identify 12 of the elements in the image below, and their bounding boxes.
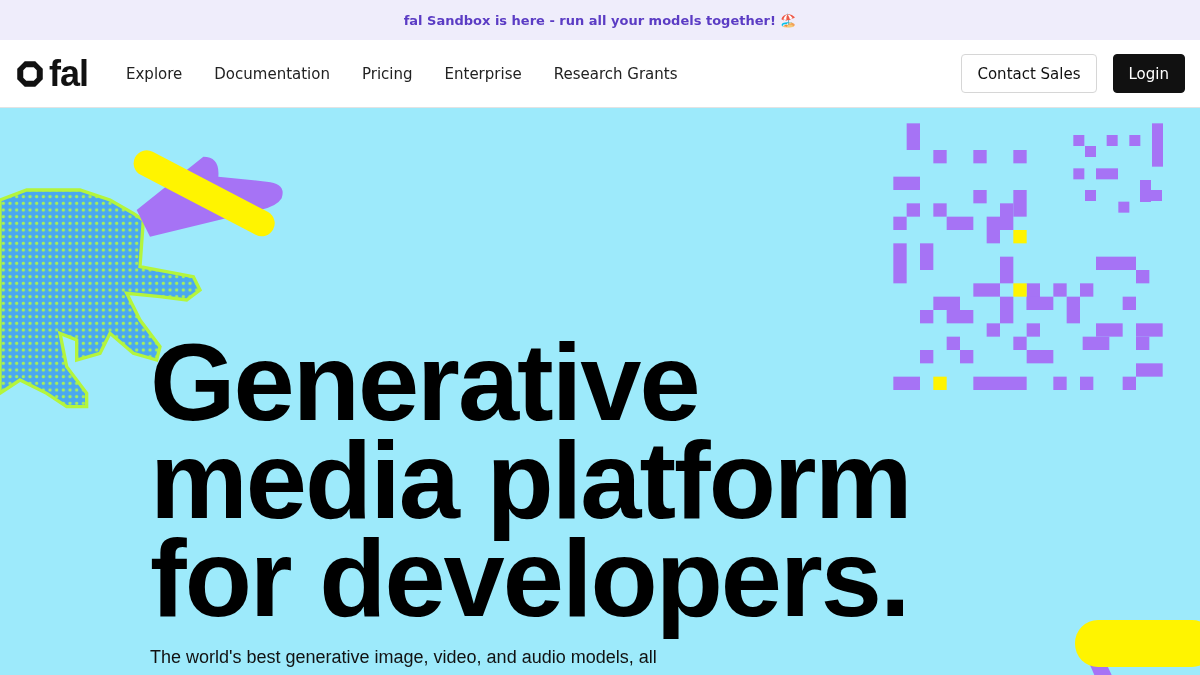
login-button[interactable]: Login	[1112, 54, 1185, 93]
nav-link[interactable]: Research Grants	[553, 64, 678, 83]
hero-subtitle: The world's best generative image, video, and audio models, all	[150, 647, 658, 668]
logo-icon[interactable]	[15, 58, 45, 89]
hero-headline: Generative media platform for developers.	[150, 325, 911, 641]
logo-wordmark[interactable]: fal	[49, 55, 88, 92]
contact-sales-button[interactable]: Contact Sales	[961, 54, 1097, 93]
announcement-link[interactable]: fal Sandbox is here - run all your models together! 🏖	[403, 12, 797, 28]
nav-link[interactable]: Enterprise	[444, 64, 522, 83]
nav-link[interactable]: Pricing	[361, 64, 413, 83]
nav-link[interactable]: Explore	[126, 64, 183, 83]
nav-link[interactable]: Documentation	[214, 64, 330, 83]
